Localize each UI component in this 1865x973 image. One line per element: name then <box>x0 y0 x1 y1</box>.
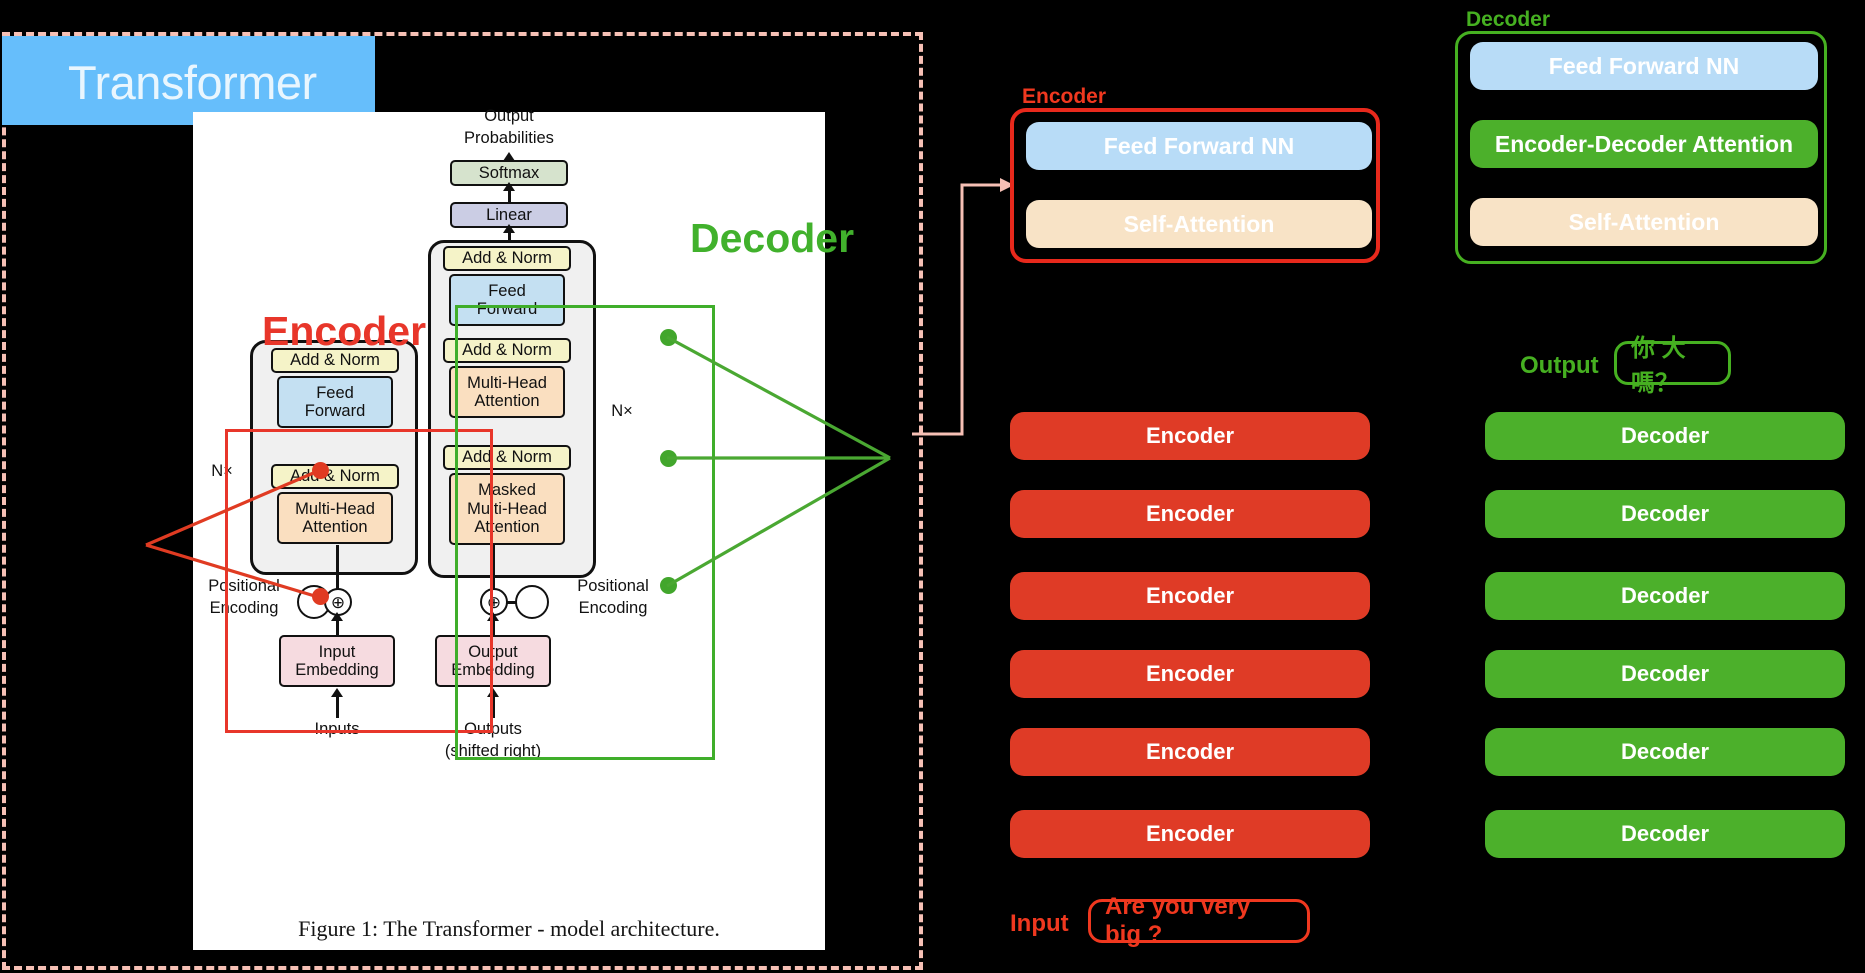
encoder-stack-block-1[interactable]: Encoder <box>1010 412 1370 460</box>
page-title: Transformer <box>68 56 317 109</box>
decoder-masked-anchor-dot <box>660 577 677 594</box>
decoder-layer-self-attention: Self-Attention <box>1470 198 1818 246</box>
encoder-stack-block-4[interactable]: Encoder <box>1010 650 1370 698</box>
encoder-stack-block-3[interactable]: Encoder <box>1010 572 1370 620</box>
figure-decoder-highlight-box <box>455 305 715 760</box>
arrowhead-linear <box>503 224 515 233</box>
figure-caption: Figure 1: The Transformer - model archit… <box>298 916 720 941</box>
decoder-stack-block-5[interactable]: Decoder <box>1485 728 1845 776</box>
decoder-stack-block-1[interactable]: Decoder <box>1485 412 1845 460</box>
decoder-add-norm-top: Add & Norm <box>443 246 571 271</box>
input-label: Input <box>1010 910 1069 937</box>
encoder-ff-line1: Feed <box>316 383 354 402</box>
decoder-layer-encoder-decoder-attention: Encoder-Decoder Attention <box>1470 120 1818 168</box>
output-probabilities-line2: Probabilities <box>464 129 554 147</box>
decoder-stack-block-3[interactable]: Decoder <box>1485 572 1845 620</box>
encoder-detail-label: Encoder <box>1022 85 1107 108</box>
figure-decoder-label: Decoder <box>690 215 855 261</box>
encoder-stack-block-5[interactable]: Encoder <box>1010 728 1370 776</box>
input-value-pill: Are you very big ? <box>1088 893 1310 948</box>
encoder-detail-box: Feed Forward NN Self-Attention <box>1010 108 1380 263</box>
encoder-layer-feed-forward-nn: Feed Forward NN <box>1026 122 1372 170</box>
output-value-pill: 你 大 嗎？ <box>1614 335 1731 397</box>
encoder-ff-anchor-dot <box>312 462 329 479</box>
encoder-callout-arrow-line <box>912 183 1000 436</box>
encoder-feed-forward: Feed Forward <box>277 376 393 428</box>
decoder-detail-box: Feed Forward NN Encoder-Decoder Attentio… <box>1455 31 1827 264</box>
decoder-detail-label: Decoder <box>1466 8 1551 31</box>
encoder-stack-block-2[interactable]: Encoder <box>1010 490 1370 538</box>
decoder-stack-block-4[interactable]: Decoder <box>1485 650 1845 698</box>
decoder-layer-feed-forward-nn: Feed Forward NN <box>1470 42 1818 90</box>
encoder-attn-anchor-dot <box>312 588 329 605</box>
encoder-ff-line2: Forward <box>304 402 366 420</box>
slide-canvas: Transformer Output Probabilities Softmax… <box>0 0 1865 973</box>
figure-encoder-label: Encoder <box>262 308 427 354</box>
decoder-ff-anchor-dot <box>660 329 677 346</box>
output-label: Output <box>1520 352 1599 379</box>
decoder-stack-block-6[interactable]: Decoder <box>1485 810 1845 858</box>
decoder-stack-block-2[interactable]: Decoder <box>1485 490 1845 538</box>
arrowhead-softmax <box>503 182 515 191</box>
encoder-layer-self-attention: Self-Attention <box>1026 200 1372 248</box>
output-probabilities-line1: Output <box>484 107 534 125</box>
encoder-stack-block-6[interactable]: Encoder <box>1010 810 1370 858</box>
decoder-attn-anchor-dot <box>660 450 677 467</box>
decoder-ff-line1: Feed <box>488 281 526 300</box>
figure-encoder-highlight-box <box>225 429 493 733</box>
